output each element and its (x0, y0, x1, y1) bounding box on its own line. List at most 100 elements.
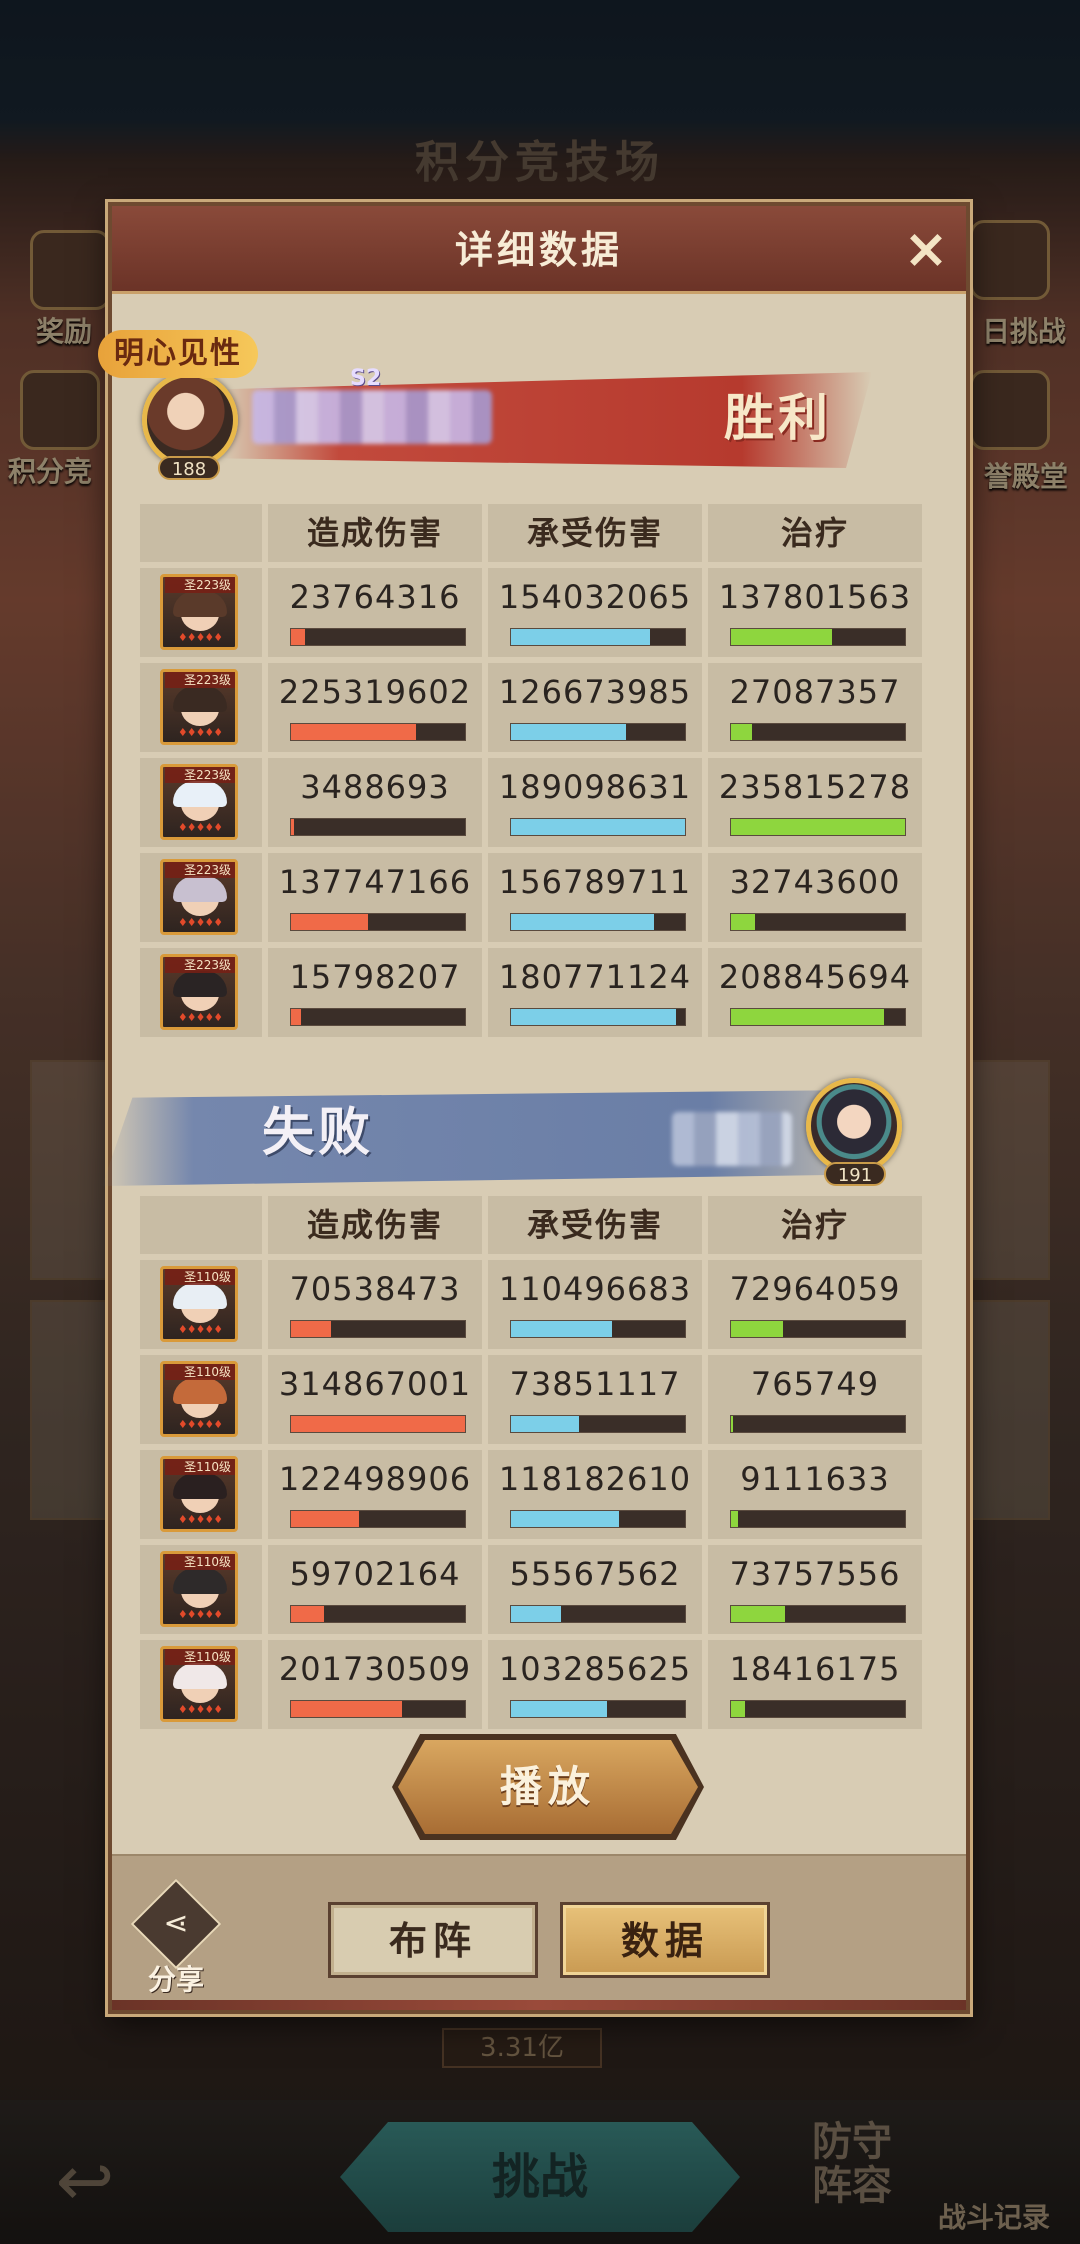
hero-portrait[interactable]: 圣223级 ♦♦♦♦♦ (160, 764, 238, 840)
damage-taken-bar-fill (511, 1511, 619, 1527)
damage-dealt-bar-fill (291, 1009, 302, 1025)
damage-dealt-value: 59702164 (289, 1555, 461, 1593)
hero-cell: 圣223级 ♦♦♦♦♦ (140, 758, 262, 847)
healing-value: 235815278 (718, 768, 912, 806)
loser-avatar[interactable] (806, 1078, 902, 1174)
table-row: 圣223级 ♦♦♦♦♦ 15798207 180771124 208845694 (140, 948, 928, 1037)
hero-portrait[interactable]: 圣110级 ♦♦♦♦♦ (160, 1646, 238, 1722)
share-button[interactable]: ⋖ 分享 (130, 1878, 222, 1996)
hero-hair (173, 1283, 227, 1309)
damage-taken-value: 118182610 (498, 1460, 692, 1498)
damage-dealt-cell: 137747166 (268, 853, 482, 942)
table-row: 圣110级 ♦♦♦♦♦ 70538473 110496683 72964059 (140, 1260, 928, 1349)
header-hero (140, 504, 262, 562)
hero-hair (173, 1473, 227, 1499)
damage-dealt-bar (290, 1320, 466, 1338)
damage-taken-bar-fill (511, 1416, 579, 1432)
healing-bar (730, 1320, 906, 1338)
healing-bar (730, 723, 906, 741)
damage-taken-bar (510, 818, 686, 836)
close-icon[interactable]: × (900, 222, 952, 276)
damage-dealt-bar-fill (291, 1606, 325, 1622)
damage-dealt-cell: 3488693 (268, 758, 482, 847)
damage-taken-value: 110496683 (498, 1270, 692, 1308)
healing-cell: 27087357 (708, 663, 922, 752)
damage-dealt-bar (290, 1008, 466, 1026)
hero-portrait[interactable]: 圣110级 ♦♦♦♦♦ (160, 1361, 238, 1437)
hero-level: 圣110级 (165, 1649, 235, 1665)
healing-cell: 18416175 (708, 1640, 922, 1729)
damage-dealt-value: 70538473 (289, 1270, 461, 1308)
hero-star-icons: ♦♦♦♦♦ (177, 1513, 223, 1526)
damage-dealt-bar (290, 913, 466, 931)
winner-title-tag: 明心见性 (98, 330, 258, 378)
damage-taken-bar (510, 1605, 686, 1623)
modal-footer: ⋖ 分享 布阵 数据 (112, 1854, 966, 2010)
table-row: 圣110级 ♦♦♦♦♦ 314867001 73851117 765749 (140, 1355, 928, 1444)
healing-bar (730, 628, 906, 646)
hero-level: 圣223级 (165, 862, 235, 878)
healing-bar-fill (731, 1416, 733, 1432)
damage-dealt-value: 23764316 (289, 578, 461, 616)
damage-taken-cell: 118182610 (488, 1450, 702, 1539)
damage-dealt-value: 314867001 (278, 1365, 472, 1403)
table-row: 圣223级 ♦♦♦♦♦ 23764316 154032065 137801563 (140, 568, 928, 657)
data-tab[interactable]: 数据 (560, 1902, 770, 1978)
hero-cell: 圣223级 ♦♦♦♦♦ (140, 853, 262, 942)
damage-taken-bar-fill (511, 819, 685, 835)
hero-portrait[interactable]: 圣223级 ♦♦♦♦♦ (160, 574, 238, 650)
hero-cell: 圣223级 ♦♦♦♦♦ (140, 948, 262, 1037)
healing-bar (730, 1510, 906, 1528)
damage-dealt-value: 225319602 (278, 673, 472, 711)
damage-taken-bar (510, 1510, 686, 1528)
healing-value: 208845694 (718, 958, 912, 996)
hero-portrait[interactable]: 圣110级 ♦♦♦♦♦ (160, 1456, 238, 1532)
table-row: 圣223级 ♦♦♦♦♦ 3488693 189098631 235815278 (140, 758, 928, 847)
winner-avatar[interactable] (142, 372, 238, 468)
damage-dealt-cell: 70538473 (268, 1260, 482, 1349)
loser-stats-table: 造成伤害 承受伤害 治疗 圣110级 ♦♦♦♦♦ 70538473 110496683… (140, 1196, 928, 1744)
hero-portrait[interactable]: 圣223级 ♦♦♦♦♦ (160, 859, 238, 935)
hero-portrait[interactable]: 圣223级 ♦♦♦♦♦ (160, 954, 238, 1030)
damage-taken-cell: 73851117 (488, 1355, 702, 1444)
hero-cell: 圣110级 ♦♦♦♦♦ (140, 1640, 262, 1729)
hero-portrait[interactable]: 圣223级 ♦♦♦♦♦ (160, 669, 238, 745)
damage-taken-value: 180771124 (498, 958, 692, 996)
hero-star-icons: ♦♦♦♦♦ (177, 726, 223, 739)
damage-taken-bar (510, 1008, 686, 1026)
healing-bar (730, 913, 906, 931)
healing-bar (730, 1415, 906, 1433)
hero-star-icons: ♦♦♦♦♦ (177, 1703, 223, 1716)
damage-taken-bar (510, 1320, 686, 1338)
healing-value: 73757556 (729, 1555, 901, 1593)
share-icon: ⋖ (130, 1878, 222, 1970)
healing-bar-fill (731, 914, 756, 930)
healing-value: 18416175 (729, 1650, 901, 1688)
table-header: 造成伤害 承受伤害 治疗 (140, 504, 928, 562)
healing-bar-fill (731, 819, 905, 835)
hero-hair (173, 1378, 227, 1404)
healing-cell: 73757556 (708, 1545, 922, 1634)
damage-taken-bar-fill (511, 1009, 677, 1025)
hero-hair (173, 876, 227, 902)
damage-taken-bar-fill (511, 1606, 562, 1622)
damage-taken-bar-fill (511, 1701, 607, 1717)
hero-star-icons: ♦♦♦♦♦ (177, 916, 223, 929)
hero-cell: 圣110级 ♦♦♦♦♦ (140, 1545, 262, 1634)
damage-taken-bar-fill (511, 629, 651, 645)
hero-portrait[interactable]: 圣110级 ♦♦♦♦♦ (160, 1266, 238, 1342)
healing-bar (730, 818, 906, 836)
healing-bar-fill (731, 1321, 784, 1337)
play-button[interactable]: 播放 (398, 1740, 698, 1834)
hero-level: 圣110级 (165, 1459, 235, 1475)
healing-value: 137801563 (718, 578, 912, 616)
formation-tab[interactable]: 布阵 (328, 1902, 538, 1978)
damage-taken-cell: 110496683 (488, 1260, 702, 1349)
healing-cell: 235815278 (708, 758, 922, 847)
damage-taken-cell: 180771124 (488, 948, 702, 1037)
hero-portrait[interactable]: 圣110级 ♦♦♦♦♦ (160, 1551, 238, 1627)
healing-bar-fill (731, 1701, 745, 1717)
footer-trim (112, 2000, 966, 2010)
modal-title: 详细数据 (454, 228, 623, 272)
damage-taken-bar (510, 628, 686, 646)
